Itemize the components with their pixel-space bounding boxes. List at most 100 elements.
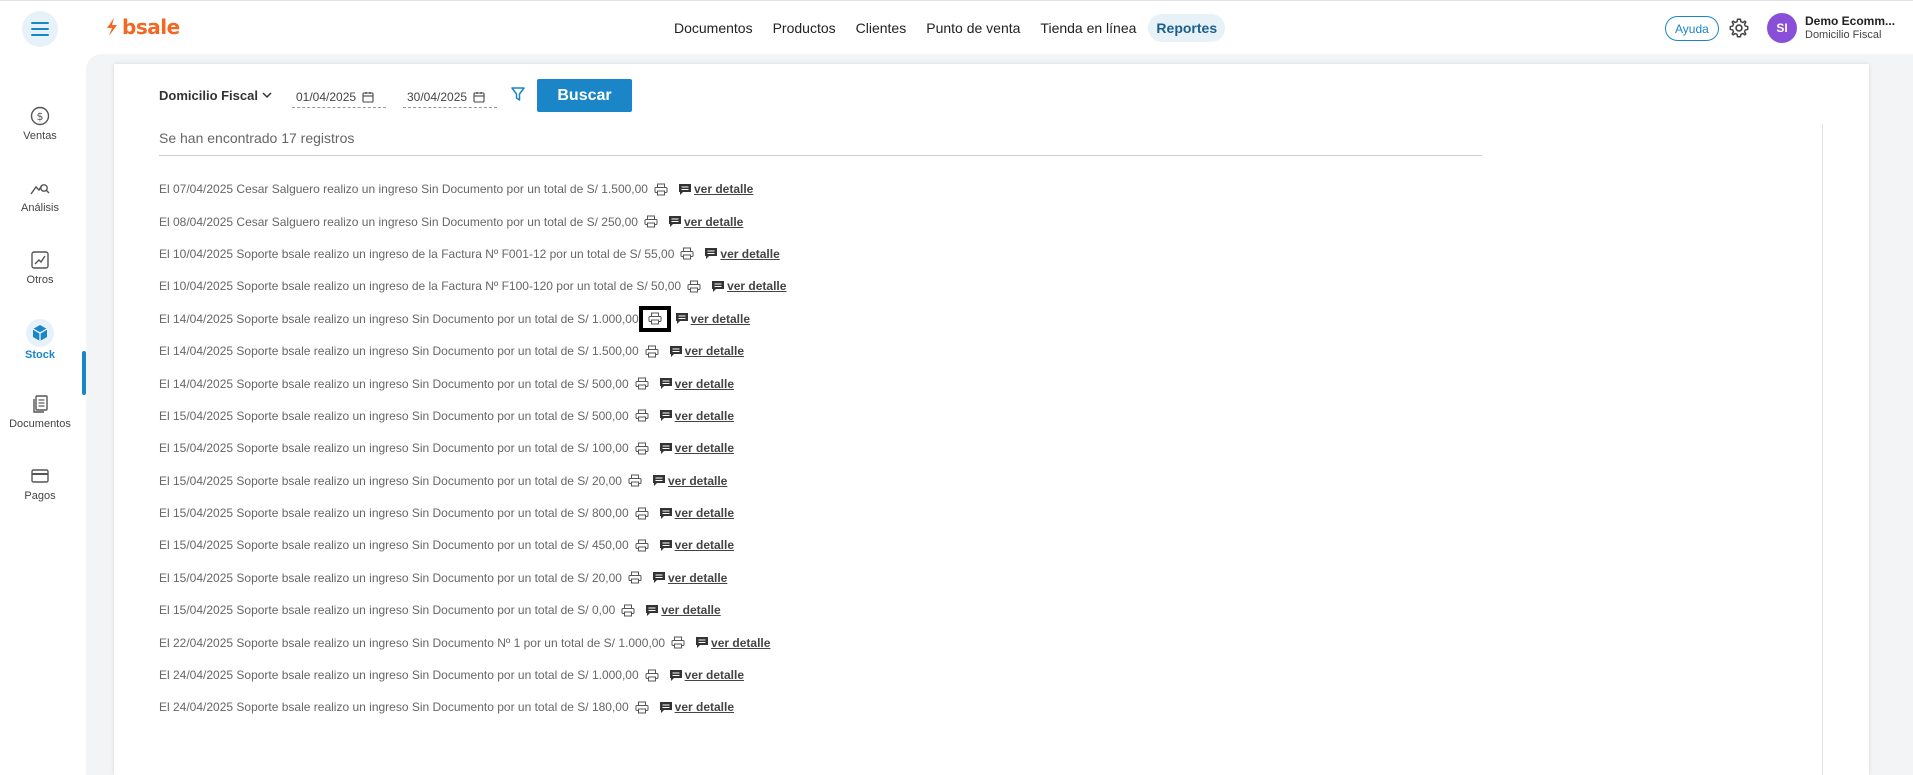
nav-punto-de-venta[interactable]: Punto de venta (918, 14, 1028, 42)
print-button[interactable] (635, 377, 655, 390)
date-from-field[interactable]: 01/04/2025 (292, 86, 386, 108)
view-detail-link[interactable]: ver detalle (684, 215, 743, 229)
print-icon (635, 442, 649, 455)
comment-icon-wrap (645, 604, 661, 617)
view-detail-link[interactable]: ver detalle (675, 377, 734, 391)
print-button[interactable] (687, 280, 707, 293)
result-row-text: El 14/04/2025 Soporte bsale realizo un i… (159, 376, 629, 391)
print-button[interactable] (654, 183, 674, 196)
result-row: El 15/04/2025 Soporte bsale realizo un i… (159, 594, 786, 626)
comment-icon-wrap (669, 345, 685, 358)
print-button[interactable] (635, 442, 655, 455)
date-to-field[interactable]: 30/04/2025 (403, 86, 497, 108)
sidebar-item-otros[interactable]: Otros (0, 238, 80, 298)
print-button[interactable] (621, 604, 641, 617)
result-row: El 15/04/2025 Soporte bsale realizo un i… (159, 432, 786, 464)
print-button[interactable] (628, 571, 648, 584)
sidebar-label: Stock (25, 349, 55, 361)
nav-clientes[interactable]: Clientes (848, 14, 915, 42)
print-button[interactable] (645, 669, 665, 682)
print-button[interactable] (644, 215, 664, 228)
result-row-text: El 15/04/2025 Soporte bsale realizo un i… (159, 538, 629, 553)
view-detail-link[interactable]: ver detalle (720, 247, 779, 261)
search-button[interactable]: Buscar (537, 79, 632, 112)
result-row-text: El 24/04/2025 Soporte bsale realizo un i… (159, 700, 629, 715)
sidebar-item-pagos[interactable]: Pagos (0, 454, 80, 514)
user-avatar[interactable]: SI (1767, 13, 1797, 43)
result-row: El 07/04/2025 Cesar Salguero realizo un … (159, 173, 786, 205)
branch-select[interactable]: Domicilio Fiscal (159, 88, 272, 103)
comment-icon (669, 345, 682, 357)
print-button[interactable] (645, 345, 665, 358)
analysis-icon (30, 184, 50, 195)
comment-icon-wrap (659, 442, 675, 455)
view-detail-link[interactable]: ver detalle (668, 474, 727, 488)
result-row-text: El 22/04/2025 Soporte bsale realizo un i… (159, 635, 666, 650)
print-icon (635, 409, 649, 422)
print-icon (635, 507, 649, 520)
stock-icon-wrap (26, 319, 54, 347)
bsale-logo[interactable]: bsale (105, 15, 180, 39)
print-icon (645, 345, 659, 358)
view-detail-link[interactable]: ver detalle (685, 344, 744, 358)
print-icon (635, 539, 649, 552)
nav-reportes[interactable]: Reportes (1148, 14, 1226, 42)
gear-icon[interactable] (1728, 17, 1750, 39)
view-detail-link[interactable]: ver detalle (694, 182, 753, 196)
hamburger-menu-button[interactable] (22, 11, 58, 47)
print-icon (635, 701, 649, 714)
view-detail-link[interactable]: ver detalle (727, 279, 786, 293)
user-name[interactable]: Demo Ecomm... (1805, 14, 1905, 28)
result-row-text: El 14/04/2025 Soporte bsale realizo un i… (159, 311, 639, 326)
view-detail-link[interactable]: ver detalle (675, 441, 734, 455)
chevron-down-icon (262, 92, 272, 99)
print-button[interactable] (638, 305, 671, 332)
comment-icon-wrap (695, 636, 711, 649)
comment-icon (652, 572, 665, 584)
result-row: El 22/04/2025 Soporte bsale realizo un i… (159, 626, 786, 658)
view-detail-link[interactable]: ver detalle (661, 603, 720, 617)
box-icon (32, 325, 48, 341)
sidebar-label: Otros (26, 274, 54, 286)
print-button[interactable] (628, 474, 648, 487)
comment-icon-wrap (652, 474, 668, 487)
nav-productos[interactable]: Productos (765, 14, 844, 42)
main-nav: Documentos Productos Clientes Punto de v… (666, 14, 1226, 42)
sidebar-item-documentos[interactable]: Documentos (0, 382, 80, 442)
sidebar-label: Pagos (24, 490, 56, 502)
print-button[interactable] (671, 636, 691, 649)
view-detail-link[interactable]: ver detalle (685, 668, 744, 682)
nav-tienda-en-linea[interactable]: Tienda en línea (1032, 14, 1144, 42)
comment-icon (696, 637, 709, 649)
result-row-text: El 24/04/2025 Soporte bsale realizo un i… (159, 668, 639, 683)
date-from-value: 01/04/2025 (296, 89, 357, 104)
result-row: El 08/04/2025 Cesar Salguero realizo un … (159, 205, 786, 237)
filter-icon[interactable] (510, 86, 526, 102)
comment-icon (646, 604, 659, 616)
comment-icon-wrap (659, 701, 675, 714)
view-detail-link[interactable]: ver detalle (675, 538, 734, 552)
view-detail-link[interactable]: ver detalle (675, 409, 734, 423)
view-detail-link[interactable]: ver detalle (691, 312, 750, 326)
comment-icon (659, 701, 672, 713)
view-detail-link[interactable]: ver detalle (675, 700, 734, 714)
result-row: El 14/04/2025 Soporte bsale realizo un i… (159, 303, 786, 335)
sidebar-item-ventas[interactable]: $ Ventas (0, 94, 80, 154)
print-button[interactable] (680, 247, 700, 260)
view-detail-link[interactable]: ver detalle (668, 571, 727, 585)
print-button[interactable] (635, 409, 655, 422)
result-row: El 10/04/2025 Soporte bsale realizo un i… (159, 238, 786, 270)
comment-icon-wrap (659, 507, 675, 520)
print-button[interactable] (635, 539, 655, 552)
sidebar-item-stock[interactable]: Stock (0, 310, 80, 370)
help-button[interactable]: Ayuda (1665, 16, 1719, 41)
sidebar-item-analisis[interactable]: Análisis (0, 166, 80, 226)
nav-documentos[interactable]: Documentos (666, 14, 761, 42)
result-row: El 15/04/2025 Soporte bsale realizo un i… (159, 465, 786, 497)
comment-icon-wrap (659, 409, 675, 422)
branch-select-value: Domicilio Fiscal (159, 88, 258, 103)
view-detail-link[interactable]: ver detalle (711, 636, 770, 650)
print-button[interactable] (635, 507, 655, 520)
print-button[interactable] (635, 701, 655, 714)
view-detail-link[interactable]: ver detalle (675, 506, 734, 520)
